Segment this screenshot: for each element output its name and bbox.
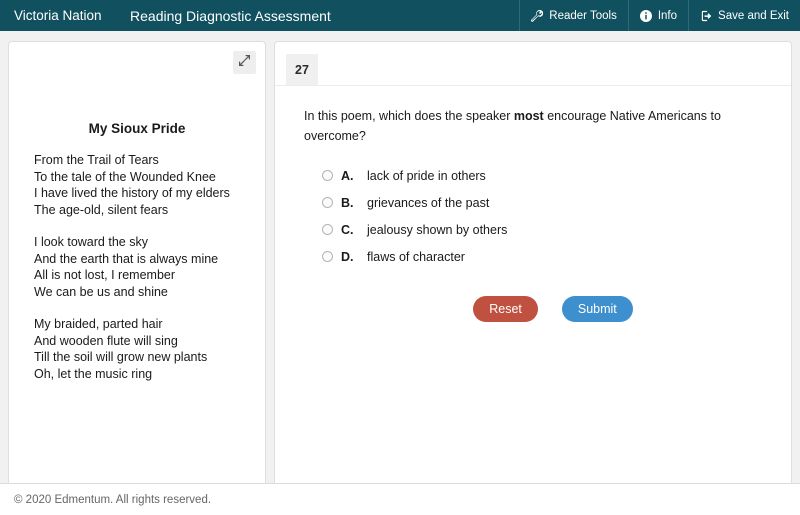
- choice-text-a: lack of pride in others: [367, 169, 486, 183]
- poem-line: The age-old, silent fears: [34, 202, 249, 219]
- radio-button-b[interactable]: [322, 197, 333, 208]
- passage-panel: My Sioux Pride From the Trail of Tears T…: [8, 41, 266, 483]
- answer-choice-c[interactable]: C. jealousy shown by others: [322, 216, 791, 243]
- save-and-exit-label: Save and Exit: [718, 10, 789, 22]
- poem-line: And wooden flute will sing: [34, 333, 249, 350]
- poem-stanza: I look toward the sky And the earth that…: [25, 234, 249, 300]
- copyright-text: © 2020 Edmentum. All rights reserved.: [14, 494, 211, 506]
- sign-out-icon: [700, 10, 712, 22]
- poem: My Sioux Pride From the Trail of Tears T…: [9, 121, 265, 382]
- content-area: My Sioux Pride From the Trail of Tears T…: [0, 31, 800, 483]
- poem-line: I look toward the sky: [34, 234, 249, 251]
- info-button[interactable]: Info: [628, 0, 688, 31]
- poem-line: To the tale of the Wounded Knee: [34, 169, 249, 186]
- question-stem: In this poem, which does the speaker mos…: [304, 106, 765, 146]
- choice-letter-a: A.: [341, 169, 367, 183]
- radio-button-a[interactable]: [322, 170, 333, 181]
- poem-line: Oh, let the music ring: [34, 366, 249, 383]
- poem-stanza: From the Trail of Tears To the tale of t…: [25, 152, 249, 218]
- reader-tools-label: Reader Tools: [549, 10, 617, 22]
- question-number-row: 27: [275, 54, 791, 86]
- radio-button-c[interactable]: [322, 224, 333, 235]
- question-stem-emphasis: most: [514, 109, 544, 123]
- choice-text-b: grievances of the past: [367, 196, 489, 210]
- poem-line: And the earth that is always mine: [34, 251, 249, 268]
- answer-choice-a[interactable]: A. lack of pride in others: [322, 162, 791, 189]
- wrench-icon: [531, 10, 543, 22]
- question-panel: 27 In this poem, which does the speaker …: [274, 41, 792, 483]
- reader-tools-button[interactable]: Reader Tools: [519, 0, 628, 31]
- assessment-app: Victoria Nation Reading Diagnostic Asses…: [0, 0, 800, 515]
- app-footer: © 2020 Edmentum. All rights reserved.: [0, 484, 800, 515]
- choice-text-c: jealousy shown by others: [367, 223, 507, 237]
- choice-text-d: flaws of character: [367, 250, 465, 264]
- poem-line: All is not lost, I remember: [34, 267, 249, 284]
- poem-title: My Sioux Pride: [25, 121, 249, 136]
- poem-line: From the Trail of Tears: [34, 152, 249, 169]
- poem-line: Till the soil will grow new plants: [34, 349, 249, 366]
- expand-arrows-icon: [238, 54, 251, 72]
- question-number: 27: [286, 54, 318, 85]
- answer-choices: A. lack of pride in others B. grievances…: [322, 162, 791, 270]
- app-header: Victoria Nation Reading Diagnostic Asses…: [0, 0, 800, 31]
- info-label: Info: [658, 10, 677, 22]
- poem-line: My braided, parted hair: [34, 316, 249, 333]
- radio-button-d[interactable]: [322, 251, 333, 262]
- student-name: Victoria Nation: [0, 0, 102, 31]
- choice-letter-b: B.: [341, 196, 367, 210]
- poem-line: We can be us and shine: [34, 284, 249, 301]
- assessment-title: Reading Diagnostic Assessment: [102, 0, 520, 31]
- choice-letter-d: D.: [341, 250, 367, 264]
- answer-choice-d[interactable]: D. flaws of character: [322, 243, 791, 270]
- poem-line: I have lived the history of my elders: [34, 185, 249, 202]
- save-and-exit-button[interactable]: Save and Exit: [688, 0, 800, 31]
- answer-choice-b[interactable]: B. grievances of the past: [322, 189, 791, 216]
- info-circle-icon: [640, 10, 652, 22]
- action-buttons: Reset Submit: [275, 296, 791, 322]
- poem-stanza: My braided, parted hair And wooden flute…: [25, 316, 249, 382]
- header-actions: Reader Tools Info: [519, 0, 800, 31]
- submit-button[interactable]: Submit: [562, 296, 633, 322]
- choice-letter-c: C.: [341, 223, 367, 237]
- reset-button[interactable]: Reset: [473, 296, 538, 322]
- question-stem-part1: In this poem, which does the speaker: [304, 109, 514, 123]
- expand-passage-button[interactable]: [233, 51, 256, 74]
